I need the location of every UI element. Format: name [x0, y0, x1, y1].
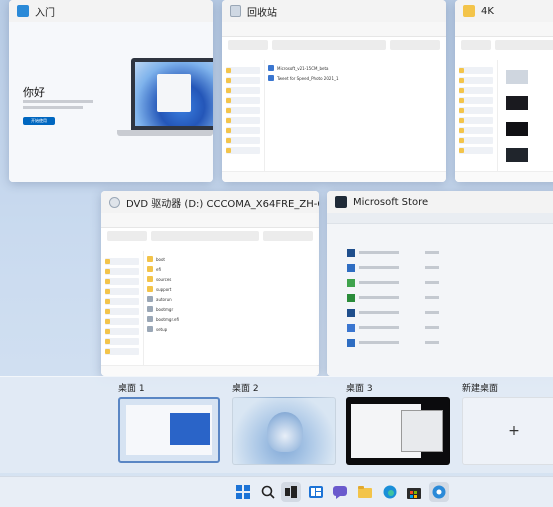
start-button-label: 开始使用: [31, 118, 47, 123]
address-bar[interactable]: [228, 40, 440, 52]
desktop-label: 桌面 1: [118, 384, 145, 394]
recycle-bin-icon: [230, 5, 241, 17]
file-name: efi: [156, 266, 161, 272]
file-name: autorun: [156, 296, 172, 302]
desktop-1[interactable]: 桌面 1: [118, 383, 222, 463]
desktop-2[interactable]: 桌面 2: [232, 383, 336, 465]
list-item[interactable]: [347, 247, 553, 258]
file-name: bootmgr.efi: [156, 316, 179, 322]
image-thumbnail[interactable]: [506, 70, 528, 84]
item-name: Tweet for Speed_Photo 2021_1: [277, 75, 339, 81]
window-title: 回收站: [247, 7, 277, 19]
window-title: Microsoft Store: [353, 196, 429, 208]
desktop-label: 桌面 2: [232, 384, 259, 394]
navigation-pane[interactable]: [101, 251, 144, 366]
window-recycle-bin[interactable]: 回收站 Microsoft_v21-15CM_beta Tweet for Sp…: [222, 0, 446, 182]
window-title: DVD 驱动器 (D:) CCCOMA_X64FRE_ZH-CN_DV9: [126, 198, 319, 210]
welcome-heading: 你好: [23, 86, 45, 99]
desktop-thumbnail[interactable]: [346, 397, 450, 465]
new-desktop[interactable]: 新建桌面 +: [462, 383, 553, 465]
list-item[interactable]: boot: [147, 255, 313, 263]
file-name: support: [156, 286, 172, 292]
window-title-bar[interactable]: DVD 驱动器 (D:) CCCOMA_X64FRE_ZH-CN_DV9: [101, 191, 319, 213]
new-desktop-button[interactable]: +: [462, 397, 553, 465]
widgets-icon[interactable]: [306, 482, 326, 502]
list-item[interactable]: bootmgr: [147, 305, 313, 313]
get-started-app-icon: [17, 5, 29, 17]
window-title: 入门: [35, 7, 55, 19]
list-item[interactable]: efi: [147, 265, 313, 273]
desktop-thumbnail[interactable]: [118, 397, 220, 463]
toolbar: [222, 22, 446, 37]
virtual-desktops-bar: 桌面 1 桌面 2 桌面 3 新建桌面 +: [0, 376, 553, 473]
list-item[interactable]: setup: [147, 325, 313, 333]
file-name: bootmgr: [156, 306, 174, 312]
desktop-label: 新建桌面: [462, 384, 499, 394]
window-folder-4k[interactable]: 4K: [455, 0, 553, 182]
status-bar: [222, 171, 446, 182]
toolbar: [101, 213, 319, 228]
list-item[interactable]: [347, 337, 553, 348]
edge-icon[interactable]: [380, 482, 400, 502]
window-title-bar[interactable]: 4K: [455, 0, 553, 22]
file-list: boot efi sources support autorun bootmgr…: [147, 253, 313, 366]
store-icon[interactable]: [404, 482, 424, 502]
image-thumbnail[interactable]: [506, 96, 528, 110]
start-button[interactable]: 开始使用: [23, 117, 55, 125]
image-thumbnail[interactable]: [506, 148, 528, 162]
store-app-icon: [335, 196, 347, 208]
list-item[interactable]: [347, 322, 553, 333]
window-dvd-drive[interactable]: DVD 驱动器 (D:) CCCOMA_X64FRE_ZH-CN_DV9 boo…: [101, 191, 319, 376]
list-item[interactable]: [347, 292, 553, 303]
file-name: boot: [156, 256, 166, 262]
file-explorer-icon[interactable]: [355, 482, 375, 502]
file-list: Microsoft_v21-15CM_beta Tweet for Speed_…: [268, 62, 440, 172]
item-name: Microsoft_v21-15CM_beta: [277, 65, 329, 71]
get-started-icon[interactable]: [429, 482, 449, 502]
folder-icon: [463, 5, 475, 17]
list-item[interactable]: bootmgr.efi: [147, 315, 313, 323]
file-name: sources: [156, 276, 172, 282]
list-item[interactable]: Tweet for Speed_Photo 2021_1: [268, 74, 440, 82]
window-title-bar[interactable]: 回收站: [222, 0, 446, 22]
address-bar[interactable]: [107, 231, 313, 243]
welcome-text-2: [23, 106, 83, 109]
file-name: setup: [156, 326, 168, 332]
window-title-bar[interactable]: 入门: [9, 0, 213, 22]
start-icon[interactable]: [233, 482, 253, 502]
list-item[interactable]: [347, 277, 553, 288]
window-get-started[interactable]: 入门 你好 开始使用: [9, 0, 213, 182]
task-view-icon[interactable]: [281, 482, 301, 502]
window-title-bar[interactable]: Microsoft Store: [327, 191, 553, 213]
dvd-drive-icon: [109, 196, 120, 208]
list-item[interactable]: [347, 307, 553, 318]
search-icon[interactable]: [258, 482, 278, 502]
laptop-illustration: [117, 58, 213, 136]
status-bar: [455, 171, 553, 182]
taskbar: [0, 476, 553, 507]
list-item[interactable]: autorun: [147, 295, 313, 303]
welcome-text: [23, 100, 93, 103]
chat-icon[interactable]: [330, 482, 350, 502]
desktop-thumbnail[interactable]: [232, 397, 336, 465]
navigation-pane[interactable]: [455, 60, 498, 172]
image-thumbnail[interactable]: [506, 122, 528, 136]
list-item[interactable]: support: [147, 285, 313, 293]
list-item[interactable]: sources: [147, 275, 313, 283]
store-list: [347, 243, 553, 352]
desktop-3[interactable]: 桌面 3: [346, 383, 450, 465]
window-ms-store[interactable]: Microsoft Store: [327, 191, 553, 376]
image-thumbnails: [503, 66, 553, 182]
desktop-label: 桌面 3: [346, 384, 373, 394]
list-item[interactable]: [347, 262, 553, 273]
address-bar[interactable]: [461, 40, 553, 52]
navigation-pane[interactable]: [222, 60, 265, 172]
plus-icon: +: [508, 423, 520, 439]
status-bar: [101, 365, 319, 376]
store-header: [327, 213, 553, 224]
list-item[interactable]: Microsoft_v21-15CM_beta: [268, 64, 440, 72]
window-title: 4K: [481, 5, 494, 17]
toolbar: [455, 22, 553, 37]
